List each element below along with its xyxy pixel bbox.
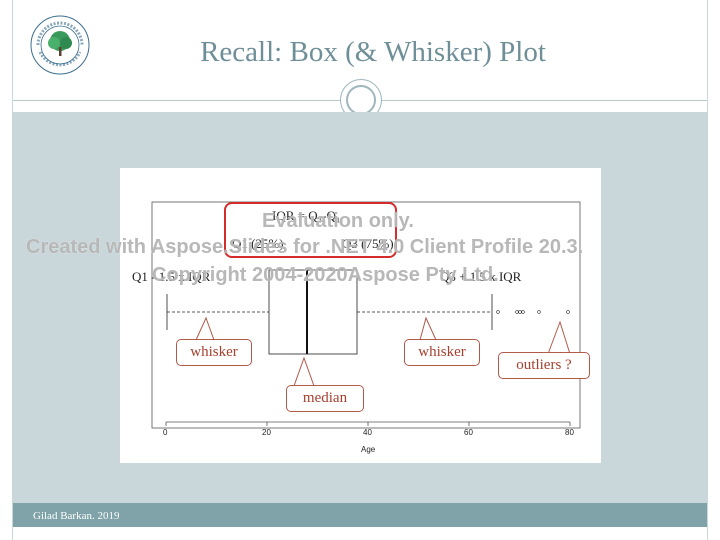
median-callout: median (286, 385, 364, 412)
watermark-line-2: Created with Aspose.Slides for .NET 4.0 … (26, 236, 584, 258)
footer-author: Gilad Barkan. 2019 (33, 510, 120, 522)
bottom-strip (13, 527, 707, 540)
watermark-line-3: Copyright 2004-2020Aspose Pty Ltd. (152, 264, 499, 286)
outliers-callout: outliers ? (498, 352, 590, 379)
watermark-line-1: Evaluation only. (262, 210, 414, 232)
whisker-callout-left: whisker (176, 339, 252, 366)
whisker-callout-right: whisker (404, 339, 480, 366)
